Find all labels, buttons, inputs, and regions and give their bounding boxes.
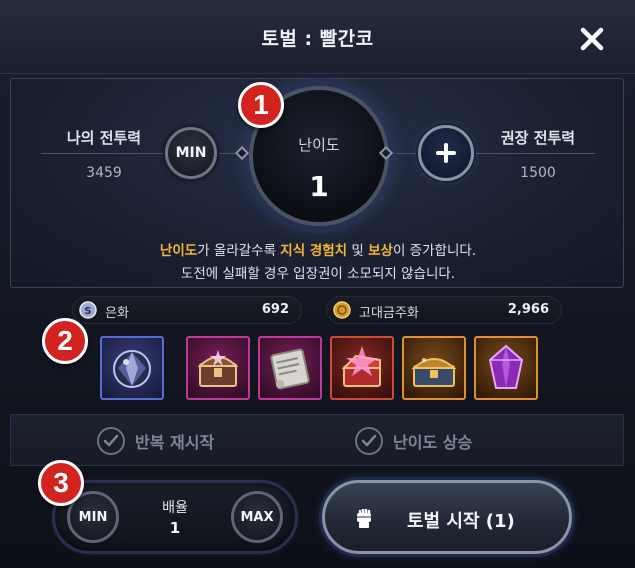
title-bar: 토벌 : 빨간코 <box>0 0 635 74</box>
reward-item[interactable] <box>330 336 394 400</box>
plus-icon <box>436 143 456 163</box>
difficulty-increase-button[interactable] <box>418 125 474 181</box>
reward-item[interactable] <box>258 336 322 400</box>
check-circle-icon <box>97 427 125 455</box>
purple-gem-icon <box>488 344 524 389</box>
info-text: 가 올라갈수록 <box>197 243 281 259</box>
difficulty-panel: 나의 전투력 3459 권장 전투력 1500 MIN 난이도 1 난이도가 올… <box>10 78 624 288</box>
silver-coin-icon: S <box>79 301 97 319</box>
svg-text:S: S <box>84 306 91 317</box>
window-title: 토벌 : 빨간코 <box>261 28 374 50</box>
options-bar: 반복 재시작 난이도 상승 <box>10 414 624 466</box>
reward-item[interactable] <box>402 336 466 400</box>
ancient-gold-coin-icon <box>333 301 351 319</box>
close-button[interactable] <box>572 22 612 56</box>
scroll-icon <box>270 348 310 390</box>
check-circle-icon <box>355 427 383 455</box>
multiplier-max-button[interactable]: MAX <box>231 491 283 543</box>
currency-value: 2,966 <box>507 302 549 317</box>
start-hunt-button[interactable]: 토벌 시작 (1) <box>322 480 572 554</box>
info-text: 및 <box>347 243 369 259</box>
difficulty-label: 난이도 <box>298 136 340 154</box>
red-gift-chest-icon <box>341 346 381 387</box>
info-text: 이 증가합니다. <box>392 243 477 259</box>
info-line-1: 난이도가 올라갈수록 지식 경험치 및 보상이 증가합니다. <box>11 239 625 259</box>
fist-icon <box>357 509 371 528</box>
highlight-difficulty: 난이도 <box>159 243 198 259</box>
info-line-2: 도전에 실패할 경우 입장권이 소모되지 않습니다. <box>180 266 456 282</box>
divider <box>41 153 171 154</box>
reward-list <box>10 328 624 412</box>
toggle-label: 반복 재시작 <box>135 433 215 452</box>
currency-value: 692 <box>261 302 289 317</box>
highlight-reward: 보상 <box>368 243 393 259</box>
diamond-ornament <box>234 145 250 161</box>
crystal-orb-icon <box>113 350 151 388</box>
difficulty-value: 1 <box>309 170 329 203</box>
purple-treasure-chest-icon <box>197 350 239 387</box>
step-badge-3: 3 <box>38 460 84 506</box>
multiplier-control: 배율 1 MIN MAX <box>52 480 298 554</box>
toggle-label: 난이도 상승 <box>393 433 473 452</box>
my-power-label: 나의 전투력 <box>66 129 142 147</box>
start-label: 토벌 시작 (1) <box>407 511 515 532</box>
currency-silver: S 은화 692 <box>72 296 302 324</box>
golden-treasure-chest-icon <box>411 358 457 387</box>
recommended-power-value: 1500 <box>520 165 556 181</box>
currency-ancient-gold: 고대금주화 2,966 <box>326 296 562 324</box>
reward-item[interactable] <box>186 336 250 400</box>
repeat-restart-toggle[interactable]: 반복 재시작 <box>97 425 214 457</box>
highlight-knowledge-exp: 지식 경험치 <box>280 243 348 259</box>
reward-item[interactable] <box>100 336 164 400</box>
currency-name: 은화 <box>105 306 129 321</box>
my-power-value: 3459 <box>86 165 122 181</box>
difficulty-min-button[interactable]: MIN <box>165 127 217 179</box>
divider <box>465 153 595 154</box>
step-badge-2: 2 <box>42 318 88 364</box>
currency-name: 고대금주화 <box>359 306 419 321</box>
recommended-power-label: 권장 전투력 <box>500 129 576 147</box>
hunt-window: 토벌 : 빨간코 나의 전투력 3459 권장 전투력 1500 MIN 난이도… <box>0 0 635 568</box>
raise-difficulty-toggle[interactable]: 난이도 상승 <box>355 425 472 457</box>
reward-item[interactable] <box>474 336 538 400</box>
step-badge-1: 1 <box>238 82 284 128</box>
close-icon <box>580 27 604 51</box>
